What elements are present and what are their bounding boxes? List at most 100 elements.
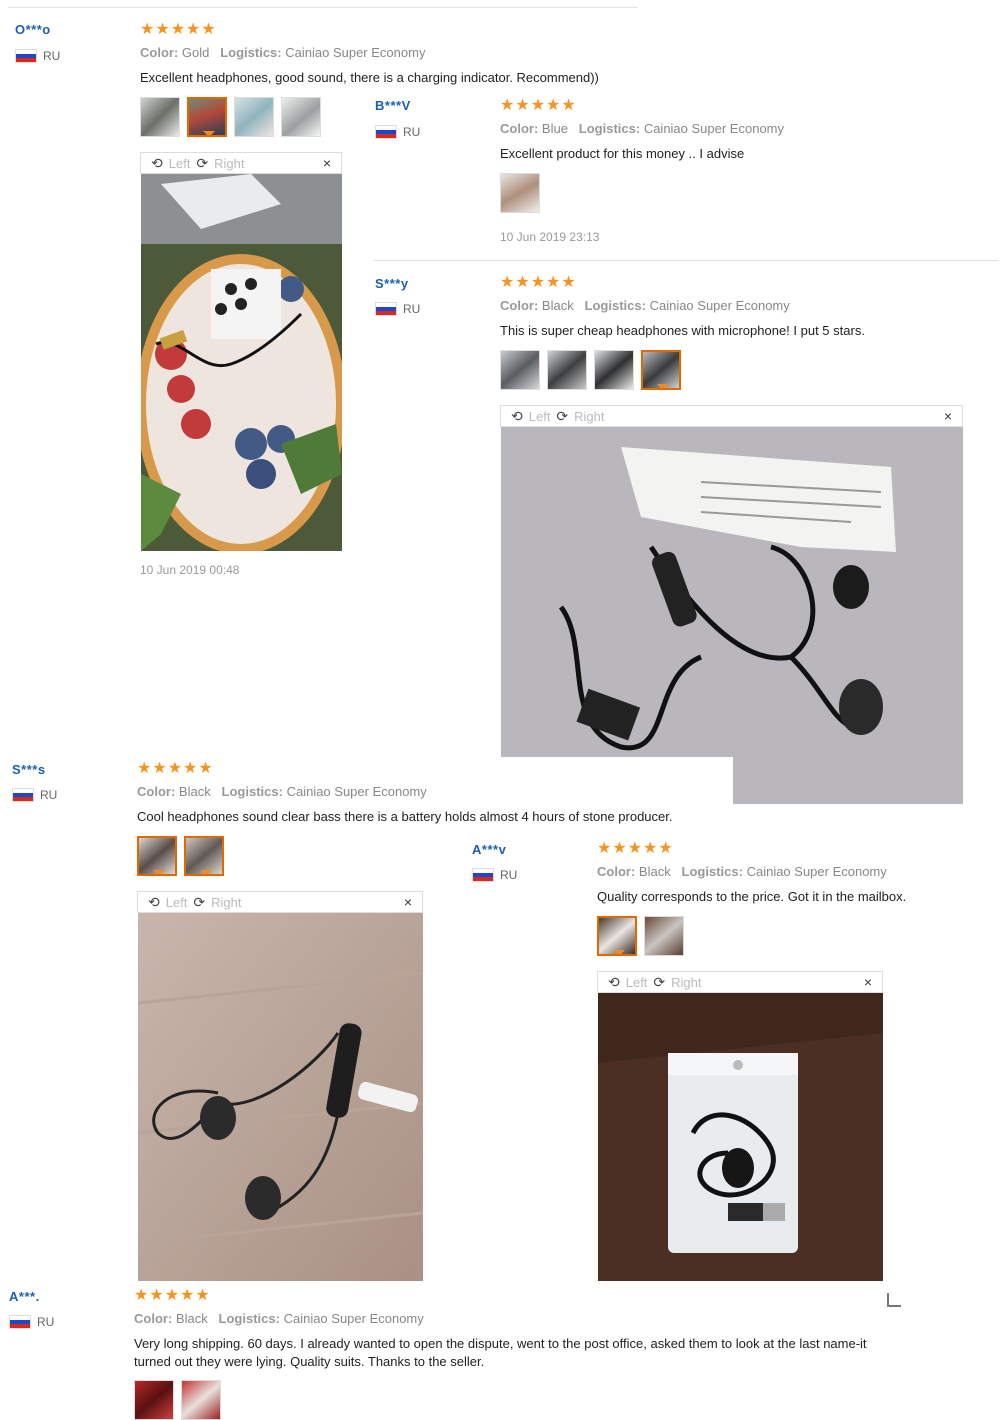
review-thumbnail[interactable]: [140, 97, 180, 137]
logistics-label: Logistics:: [218, 1311, 280, 1326]
review-date: 10 Jun 2019 23:13: [500, 230, 600, 244]
review-text: This is super cheap headphones with micr…: [500, 323, 865, 338]
review-thumbnail[interactable]: [500, 350, 540, 390]
rotate-right-icon[interactable]: ⟳: [196, 155, 208, 172]
color-label: Color:: [134, 1311, 173, 1326]
color-value: Gold: [181, 45, 210, 60]
color-label: Color:: [137, 784, 176, 799]
logistics-label: Logistics:: [220, 45, 282, 60]
rotate-right-icon[interactable]: ⟳: [556, 408, 568, 425]
russia-flag-icon: [15, 49, 37, 63]
rotate-left-icon[interactable]: ⟲: [151, 155, 163, 172]
star-rating: ★★★★★: [134, 1287, 211, 1304]
review-thumbnail[interactable]: [547, 350, 587, 390]
reviewer-country: RU: [12, 788, 57, 802]
reviewer-name[interactable]: S***s: [12, 762, 46, 777]
review-photo: [141, 174, 342, 551]
review-text-line-1: Very long shipping. 60 days. I already w…: [134, 1336, 867, 1351]
logistics-value: Cainiao Super Economy: [649, 298, 790, 313]
country-code: RU: [43, 49, 61, 63]
rotate-right-label[interactable]: Right: [211, 895, 241, 910]
reviewer-name[interactable]: B***V: [375, 98, 411, 113]
review-text-line-2: turned out they were lying. Quality suit…: [134, 1354, 485, 1369]
review-thumbnail-selected[interactable]: [137, 836, 177, 876]
review-thumbnail[interactable]: [281, 97, 321, 137]
logistics-label: Logistics:: [584, 298, 646, 313]
logistics-label: Logistics:: [578, 121, 641, 136]
color-value: Black: [175, 1311, 208, 1326]
reviewer-name[interactable]: O***o: [15, 22, 51, 37]
russia-flag-icon: [375, 125, 397, 139]
color-value: Black: [638, 864, 671, 879]
country-code: RU: [500, 868, 518, 882]
logistics-value: Cainiao Super Economy: [285, 45, 426, 60]
russia-flag-icon: [9, 1315, 31, 1329]
report-icon[interactable]: [887, 1293, 901, 1307]
review-meta: Color: Black Logistics: Cainiao Super Ec…: [137, 784, 427, 799]
country-code: RU: [37, 1315, 55, 1329]
review-thumbnail[interactable]: [594, 350, 634, 390]
divider: [8, 7, 638, 8]
logistics-value: Cainiao Super Economy: [643, 121, 785, 136]
russia-flag-icon: [375, 302, 397, 316]
review-thumbnail[interactable]: [644, 916, 684, 956]
image-viewer-toolbar: ⟲ Left ⟳ Right ×: [500, 405, 963, 427]
review-text: Excellent product for this money .. I ad…: [500, 146, 745, 161]
review-photo: [501, 427, 963, 804]
review-text: Cool headphones sound clear bass there i…: [137, 809, 673, 824]
star-rating: ★★★★★: [500, 97, 577, 114]
reviewer-name[interactable]: S***y: [375, 276, 409, 291]
review-photo: [598, 993, 883, 1281]
rotate-left-icon[interactable]: ⟲: [148, 894, 160, 911]
rotate-left-icon[interactable]: ⟲: [511, 408, 523, 425]
rotate-left-label[interactable]: Left: [529, 409, 551, 424]
review-thumbnail[interactable]: [500, 173, 540, 213]
review-thumbnail[interactable]: [234, 97, 274, 137]
close-icon[interactable]: ×: [323, 155, 331, 171]
color-label: Color:: [500, 298, 539, 313]
color-label: Color:: [597, 864, 636, 879]
star-rating: ★★★★★: [500, 274, 577, 291]
image-viewer-toolbar: ⟲ Left ⟳ Right ×: [137, 891, 423, 913]
close-icon[interactable]: ×: [944, 408, 952, 424]
rotate-left-icon[interactable]: ⟲: [608, 974, 620, 991]
reviewer-country: RU: [375, 125, 420, 139]
color-value: Blue: [541, 121, 568, 136]
review-date: 10 Jun 2019 00:48: [140, 563, 240, 577]
rotate-right-label[interactable]: Right: [214, 156, 244, 171]
star-rating: ★★★★★: [140, 21, 217, 38]
divider: [374, 260, 998, 261]
rotate-left-label[interactable]: Left: [626, 975, 648, 990]
reviewer-name[interactable]: A***.: [9, 1289, 40, 1304]
reviewer-country: RU: [375, 302, 420, 316]
color-label: Color:: [140, 45, 179, 60]
color-label: Color:: [500, 121, 539, 136]
review-thumbnail-selected[interactable]: [597, 916, 637, 956]
review-photo: [138, 913, 423, 1281]
close-icon[interactable]: ×: [864, 974, 872, 990]
logistics-value: Cainiao Super Economy: [286, 784, 427, 799]
country-code: RU: [403, 302, 421, 316]
review-thumbnail-selected[interactable]: [641, 350, 681, 390]
star-rating: ★★★★★: [597, 840, 674, 857]
color-value: Black: [541, 298, 574, 313]
reviewer-country: RU: [15, 49, 60, 63]
reviewer-name[interactable]: A***v: [472, 842, 506, 857]
review-thumbnail-selected[interactable]: [187, 97, 227, 137]
logistics-label: Logistics:: [221, 784, 283, 799]
rotate-right-label[interactable]: Right: [671, 975, 701, 990]
review-meta: Color: Blue Logistics: Cainiao Super Eco…: [500, 121, 784, 136]
rotate-left-label[interactable]: Left: [169, 156, 191, 171]
reviewer-country: RU: [472, 868, 517, 882]
close-icon[interactable]: ×: [404, 894, 412, 910]
rotate-left-label[interactable]: Left: [166, 895, 188, 910]
rotate-right-icon[interactable]: ⟳: [653, 974, 665, 991]
review-thumbnail[interactable]: [181, 1380, 221, 1420]
review-thumbnail[interactable]: [134, 1380, 174, 1420]
review-meta: Color: Black Logistics: Cainiao Super Ec…: [134, 1311, 424, 1326]
rotate-right-label[interactable]: Right: [574, 409, 604, 424]
review-text: Quality corresponds to the price. Got it…: [597, 889, 907, 904]
review-thumbnail-selected[interactable]: [184, 836, 224, 876]
review-meta: Color: Gold Logistics: Cainiao Super Eco…: [140, 45, 425, 60]
rotate-right-icon[interactable]: ⟳: [193, 894, 205, 911]
